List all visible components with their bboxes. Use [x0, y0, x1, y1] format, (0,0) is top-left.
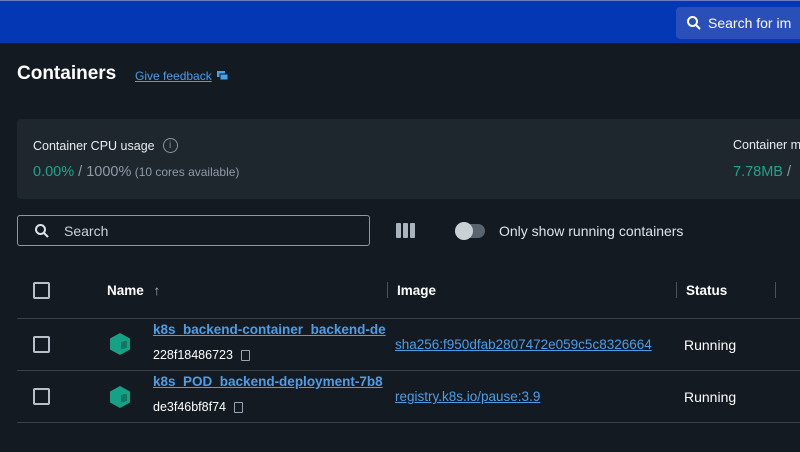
copy-icon[interactable]: [240, 349, 250, 361]
container-id-text: 228f18486723: [153, 348, 233, 362]
column-divider[interactable]: [676, 282, 677, 298]
divider: [17, 422, 800, 423]
column-header-status[interactable]: Status: [686, 283, 727, 298]
running-only-label: Only show running containers: [499, 223, 684, 239]
container-id: 228f18486723: [153, 348, 250, 362]
top-bar: Search for im: [0, 0, 800, 43]
feedback-icon: [216, 71, 228, 81]
container-icon: [110, 386, 130, 408]
cpu-usage-value: 0.00% / 1000% (10 cores available): [33, 164, 239, 180]
global-search-placeholder: Search for im: [708, 15, 792, 31]
sort-ascending-icon: ↑: [153, 283, 161, 298]
search-input[interactable]: Search: [17, 215, 370, 246]
cpu-total: / 1000%: [74, 164, 132, 180]
cpu-used: 0.00%: [33, 164, 75, 180]
mem-used: 7.78MB: [733, 164, 783, 180]
memory-usage-value: 7.78MB /: [733, 164, 791, 180]
select-all-checkbox[interactable]: [33, 282, 50, 299]
copy-icon[interactable]: [234, 401, 243, 413]
give-feedback-link[interactable]: Give feedback: [135, 69, 228, 83]
search-icon: [35, 223, 49, 238]
column-divider[interactable]: [775, 282, 776, 298]
cpu-note: (10 cores available): [131, 165, 240, 179]
running-only-toggle[interactable]: [455, 222, 485, 240]
cpu-usage-label: Container CPU usage i: [33, 138, 178, 153]
column-header-name[interactable]: Name ↑: [107, 283, 160, 298]
row-checkbox[interactable]: [33, 336, 50, 353]
container-id-text: de3f46bf8f74: [153, 400, 226, 414]
row-checkbox[interactable]: [33, 388, 50, 405]
image-link[interactable]: sha256:f950dfab2807472e059c5c8326664: [395, 337, 677, 352]
column-header-image[interactable]: Image: [397, 283, 436, 298]
container-name-link[interactable]: k8s_backend-container_backend-de: [153, 322, 388, 337]
divider: [17, 370, 800, 371]
global-search[interactable]: Search for im: [676, 7, 800, 39]
name-header-label: Name: [107, 283, 144, 298]
image-link[interactable]: registry.k8s.io/pause:3.9: [395, 389, 677, 404]
info-icon[interactable]: i: [162, 138, 178, 153]
search-icon: [687, 16, 701, 30]
divider: [17, 318, 800, 319]
column-divider[interactable]: [387, 282, 388, 298]
feedback-label: Give feedback: [135, 69, 212, 83]
mem-sep: /: [782, 164, 792, 180]
status-text: Running: [684, 337, 737, 353]
memory-usage-label: Container m: [733, 138, 800, 152]
page-title: Containers: [17, 63, 117, 84]
container-name-link[interactable]: k8s_POD_backend-deployment-7b8: [153, 374, 388, 389]
container-id: de3f46bf8f74: [153, 400, 243, 414]
search-placeholder: Search: [64, 222, 109, 239]
cpu-label-text: Container CPU usage: [33, 138, 155, 153]
container-icon: [110, 333, 130, 355]
columns-icon[interactable]: [396, 223, 415, 238]
status-text: Running: [684, 389, 737, 405]
usage-card: Container CPU usage i 0.00% / 1000% (10 …: [17, 119, 800, 199]
